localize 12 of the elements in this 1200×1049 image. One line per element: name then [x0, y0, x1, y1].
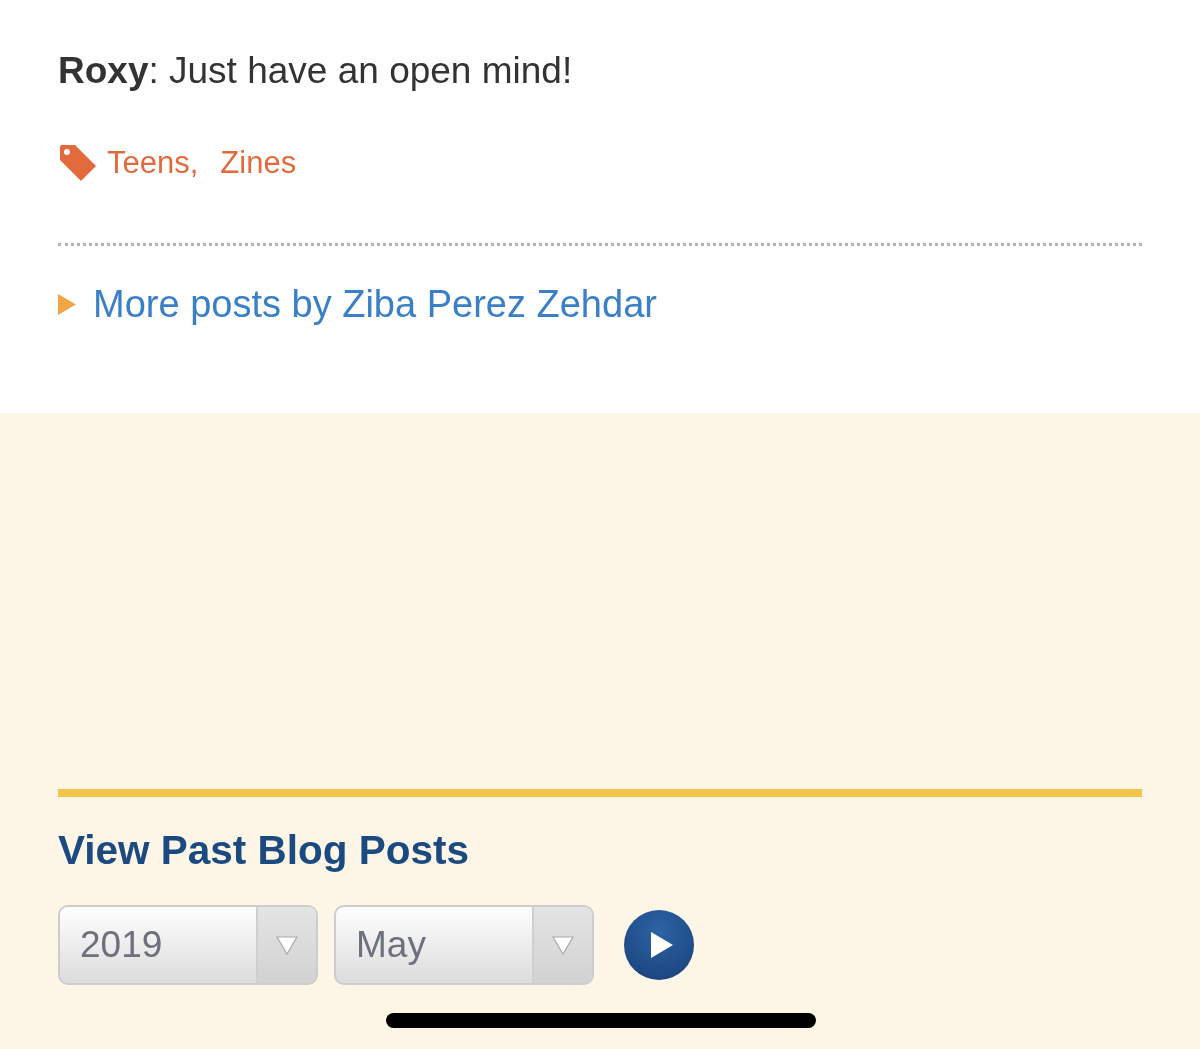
caret-icon	[276, 935, 298, 955]
tag-link[interactable]: Zines	[220, 145, 297, 181]
comment-text: Roxy: Just have an open mind!	[58, 49, 574, 93]
month-dropdown[interactable]: May	[334, 905, 594, 985]
caret-icon	[552, 935, 574, 955]
year-dropdown[interactable]: 2019	[58, 905, 318, 985]
tag-link[interactable]: Teens,	[107, 145, 199, 181]
archive-heading: View Past Blog Posts	[58, 827, 471, 873]
triangle-bullet-icon	[58, 293, 76, 315]
tag-icon	[58, 143, 98, 183]
more-posts-link[interactable]: More posts by Ziba Perez Zehdar	[93, 282, 657, 326]
play-icon	[650, 932, 673, 958]
